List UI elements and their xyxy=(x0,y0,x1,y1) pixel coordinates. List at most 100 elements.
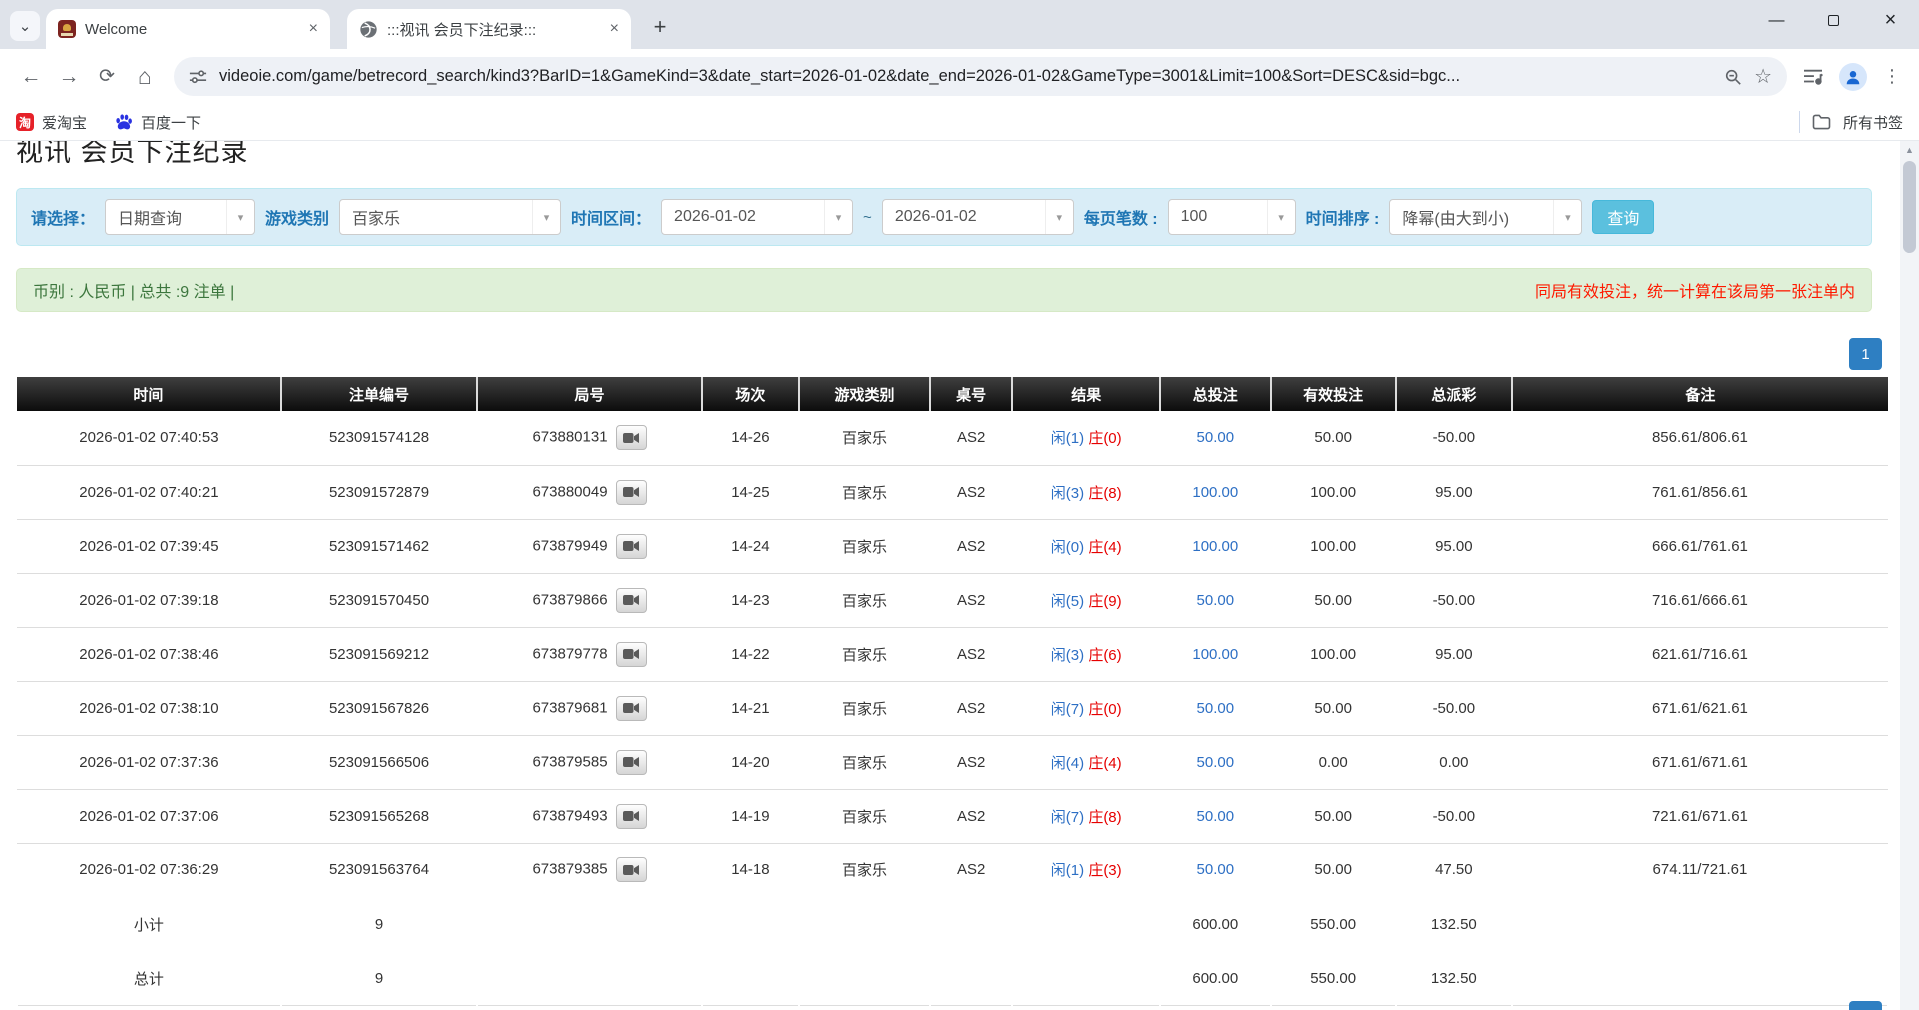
select-arrow-icon: ▾ xyxy=(1553,200,1581,234)
cell-time: 2026-01-02 07:38:10 xyxy=(17,681,281,735)
cell-game: 百家乐 xyxy=(799,735,930,789)
pagination: 1 xyxy=(0,338,1882,370)
bookmark-star-icon[interactable]: ☆ xyxy=(1754,64,1772,89)
summary-bar: 币别 : 人民币 | 总共 :9 注单 | 同局有效投注，统一计算在该局第一张注… xyxy=(16,268,1872,312)
all-bookmarks[interactable]: 所有书签 xyxy=(1799,111,1903,133)
video-replay-button[interactable] xyxy=(616,696,647,721)
cell-round: 673879681 xyxy=(477,681,702,735)
cell-valid-bet: 50.00 xyxy=(1271,573,1396,627)
select-arrow-icon: ▾ xyxy=(824,200,852,234)
cell-session: 14-25 xyxy=(702,465,799,519)
scrollbar-thumb[interactable] xyxy=(1903,161,1916,253)
header-result: 结果 xyxy=(1012,377,1160,411)
tab-close-icon[interactable]: × xyxy=(309,21,318,37)
video-replay-button[interactable] xyxy=(616,588,647,613)
total-bet-link[interactable]: 100.00 xyxy=(1192,484,1238,501)
choose-label: 请选择： xyxy=(31,205,95,229)
media-controls-icon[interactable] xyxy=(1803,68,1823,86)
zoom-icon[interactable] xyxy=(1724,68,1742,86)
video-replay-button[interactable] xyxy=(616,480,647,505)
maximize-button[interactable] xyxy=(1805,0,1862,41)
cell-result: 闲(7) 庄(8) xyxy=(1012,789,1160,843)
total-bet-link[interactable]: 100.00 xyxy=(1192,646,1238,663)
forward-button[interactable]: → xyxy=(50,58,88,96)
query-type-select[interactable]: 日期查询 ▾ xyxy=(105,199,255,235)
sort-select[interactable]: 降幂(由大到小) ▾ xyxy=(1389,199,1582,235)
cell-note: 856.61/806.61 xyxy=(1512,411,1888,465)
total-bet-link[interactable]: 50.00 xyxy=(1197,700,1235,717)
site-settings-icon[interactable] xyxy=(189,68,207,86)
cell-table: AS2 xyxy=(930,573,1012,627)
cell-round: 673880131 xyxy=(477,411,702,465)
profile-avatar[interactable] xyxy=(1839,63,1867,91)
bookmark-label: 爱淘宝 xyxy=(42,112,87,133)
minimize-button[interactable]: — xyxy=(1748,0,1805,41)
round-number: 673879681 xyxy=(532,699,607,716)
cell-total-bet: 100.00 xyxy=(1160,627,1270,681)
total-bet-link[interactable]: 50.00 xyxy=(1197,754,1235,771)
page-1-button[interactable]: 1 xyxy=(1849,338,1882,370)
tab-close-icon[interactable]: × xyxy=(610,21,619,37)
total-bet-link[interactable]: 100.00 xyxy=(1192,538,1238,555)
cell-payout: -50.00 xyxy=(1396,411,1512,465)
bookmarks-bar: 淘 爱淘宝 百度一下 所有书签 xyxy=(0,104,1919,141)
tab-welcome[interactable]: Welcome × xyxy=(46,9,330,49)
video-camera-icon xyxy=(623,594,639,606)
video-replay-button[interactable] xyxy=(616,534,647,559)
total-bet-link[interactable]: 50.00 xyxy=(1197,808,1235,825)
filter-panel: 请选择： 日期查询 ▾ 游戏类别 百家乐 ▾ 时间区间： 2026-01-02 … xyxy=(16,188,1872,246)
date-start-select[interactable]: 2026-01-02 ▾ xyxy=(661,199,853,235)
cell-note: 721.61/671.61 xyxy=(1512,789,1888,843)
cell-payout: 95.00 xyxy=(1396,627,1512,681)
per-page-select[interactable]: 100 ▾ xyxy=(1168,199,1296,235)
video-replay-button[interactable] xyxy=(616,857,647,882)
subtotal-label: 小计 xyxy=(17,897,281,951)
cell-valid-bet: 100.00 xyxy=(1271,627,1396,681)
round-number: 673879585 xyxy=(532,753,607,770)
total-bet-link[interactable]: 50.00 xyxy=(1197,429,1235,446)
cell-time: 2026-01-02 07:37:06 xyxy=(17,789,281,843)
video-camera-icon xyxy=(623,540,639,552)
date-end-select[interactable]: 2026-01-02 ▾ xyxy=(882,199,1074,235)
address-bar[interactable]: videoie.com/game/betrecord_search/kind3?… xyxy=(174,57,1787,96)
game-kind-select[interactable]: 百家乐 ▾ xyxy=(339,199,561,235)
cell-valid-bet: 100.00 xyxy=(1271,465,1396,519)
tab-search-button[interactable]: ⌄ xyxy=(10,11,40,41)
menu-dots-icon[interactable]: ⋮ xyxy=(1883,66,1901,87)
browser-tab-bar: ⌄ Welcome × :::视讯 会员下注纪录::: × + — × xyxy=(0,0,1919,49)
bookmark-taobao[interactable]: 淘 爱淘宝 xyxy=(16,112,87,133)
video-replay-button[interactable] xyxy=(616,750,647,775)
cell-session: 14-19 xyxy=(702,789,799,843)
total-bet-link[interactable]: 50.00 xyxy=(1197,861,1235,878)
home-button[interactable]: ⌂ xyxy=(126,58,164,96)
close-window-button[interactable]: × xyxy=(1862,0,1919,41)
reload-button[interactable]: ⟳ xyxy=(88,58,126,96)
result-player: 闲(7) xyxy=(1051,701,1084,718)
cell-round: 673880049 xyxy=(477,465,702,519)
back-button[interactable]: ← xyxy=(12,58,50,96)
header-valid-bet: 有效投注 xyxy=(1271,377,1396,411)
video-replay-button[interactable] xyxy=(616,804,647,829)
vertical-scrollbar[interactable]: ▲ xyxy=(1900,141,1919,1010)
bookmark-baidu[interactable]: 百度一下 xyxy=(115,112,201,133)
video-replay-button[interactable] xyxy=(616,642,647,667)
total-valid-bet: 550.00 xyxy=(1271,951,1396,1005)
search-button[interactable]: 查询 xyxy=(1592,200,1654,234)
url-text[interactable]: videoie.com/game/betrecord_search/kind3?… xyxy=(219,67,1712,86)
cell-total-bet: 100.00 xyxy=(1160,465,1270,519)
cell-payout: -50.00 xyxy=(1396,681,1512,735)
cell-session: 14-22 xyxy=(702,627,799,681)
cell-bet-id: 523091571462 xyxy=(281,519,477,573)
video-camera-icon xyxy=(623,756,639,768)
cell-bet-id: 523091567826 xyxy=(281,681,477,735)
round-number: 673879778 xyxy=(532,645,607,662)
per-page-label: 每页笔数 : xyxy=(1084,205,1158,229)
new-tab-button[interactable]: + xyxy=(644,11,676,43)
video-replay-button[interactable] xyxy=(616,425,647,450)
round-number: 673879866 xyxy=(532,591,607,608)
tab-betrecord[interactable]: :::视讯 会员下注纪录::: × xyxy=(347,9,631,49)
bottom-page-1-button[interactable] xyxy=(1849,1001,1882,1010)
total-bet-link[interactable]: 50.00 xyxy=(1197,592,1235,609)
scroll-up-arrow-icon[interactable]: ▲ xyxy=(1900,141,1919,159)
table-body: 2026-01-02 07:40:53 523091574128 6738801… xyxy=(17,411,1888,1005)
